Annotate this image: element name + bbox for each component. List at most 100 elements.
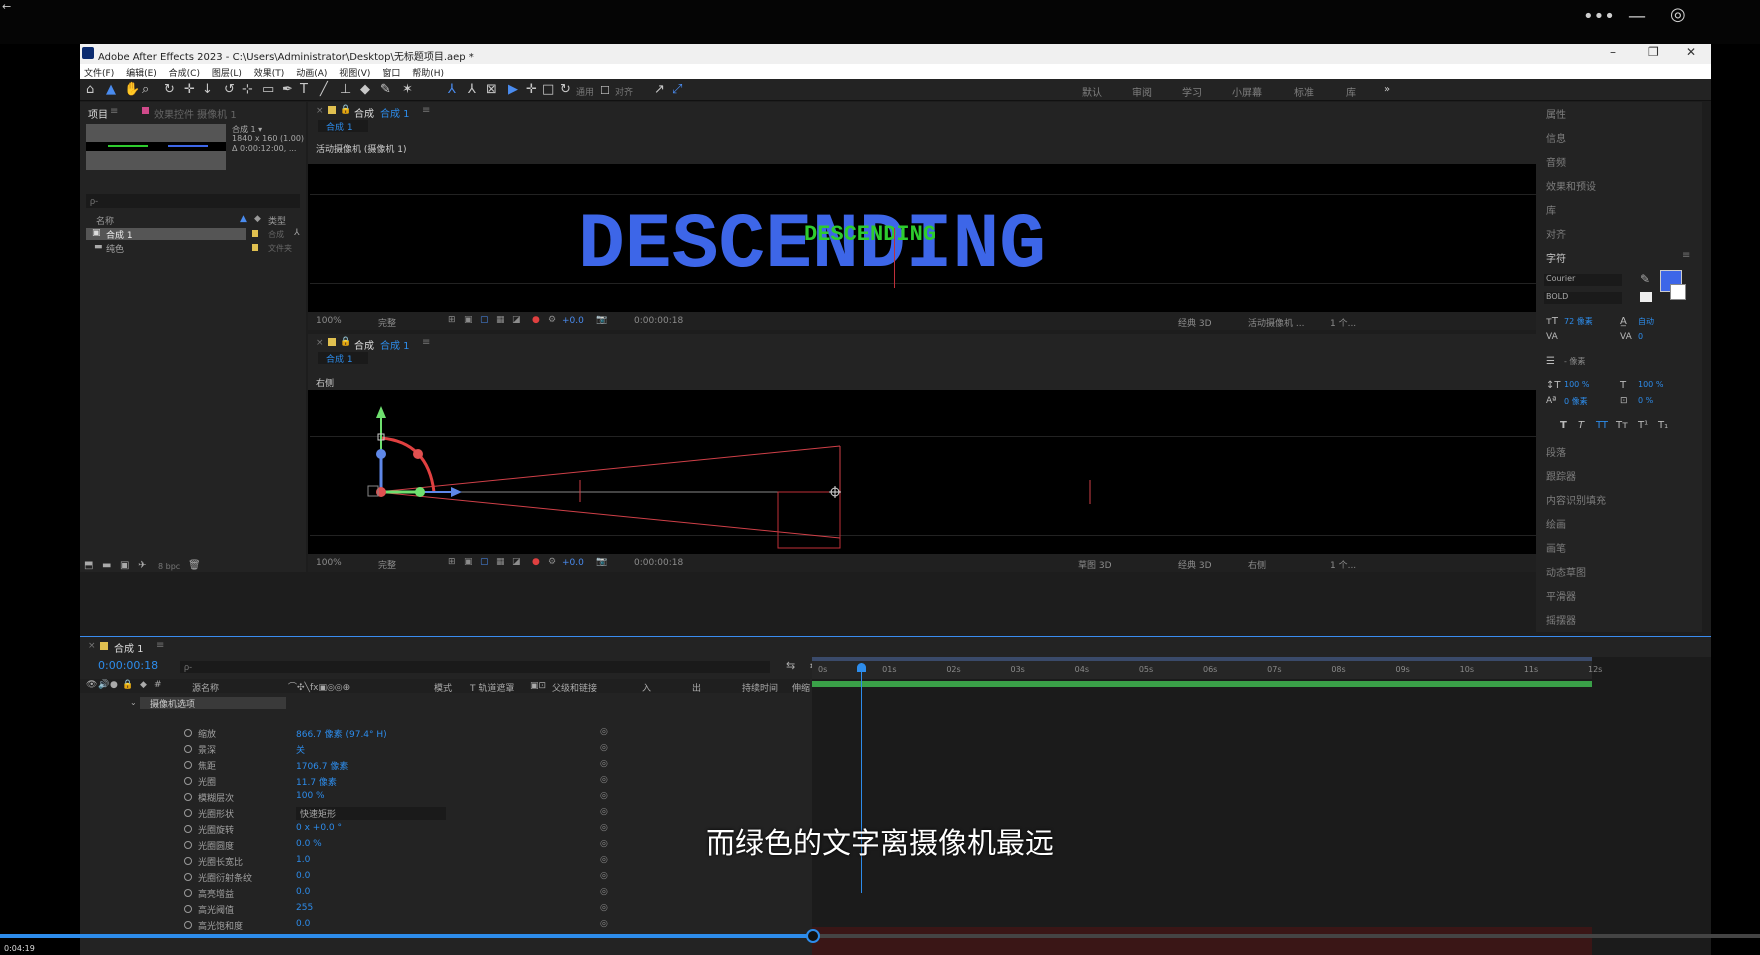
stopwatch-icon[interactable] (184, 873, 192, 881)
channel-icon[interactable]: ◪ (512, 315, 521, 325)
work-area-bar[interactable] (812, 657, 1592, 661)
comp-tab-name[interactable]: 合成 1 (380, 337, 410, 352)
baseline-value[interactable]: 0 像素 (1564, 396, 1588, 407)
project-item-comp[interactable]: ▣ 合成 1 (86, 228, 246, 241)
project-search-input[interactable] (86, 194, 300, 208)
subscript-button[interactable]: T₁ (1658, 420, 1668, 431)
workspace-library[interactable]: 库 (1346, 84, 1356, 99)
interpret-footage-icon[interactable]: ⬒ (84, 560, 93, 571)
vertical-scale-value[interactable]: 100 % (1564, 380, 1589, 389)
views-count-select[interactable]: 1 个... (1330, 316, 1356, 329)
property-value[interactable]: 0.0 (296, 919, 310, 929)
snapshot-icon[interactable]: 📷 (596, 315, 607, 325)
clone-tool-icon[interactable]: ⊥ (340, 82, 351, 97)
pen-tool-icon[interactable]: ✒ (282, 82, 293, 97)
panel-menu-icon[interactable]: ≡ (156, 640, 164, 651)
property-value[interactable]: 快速矩形 (296, 807, 446, 820)
exposure-value[interactable]: +0.0 (562, 558, 584, 568)
panel-library[interactable]: 库 (1546, 202, 1556, 217)
character-panel-title[interactable]: 字符 (1546, 250, 1566, 265)
leading-value[interactable]: 自动 (1638, 316, 1654, 327)
panel-wiggler[interactable]: 摇摆器 (1546, 612, 1576, 627)
twirl-down-icon[interactable]: ⌄ (130, 698, 137, 707)
brush-tool-icon[interactable]: ╱ (320, 82, 328, 97)
stroke-color-swatch[interactable] (1670, 284, 1686, 300)
workspace-small-screen[interactable]: 小屏幕 (1232, 84, 1262, 99)
channel-icon[interactable]: ◪ (512, 557, 521, 567)
panel-brushes[interactable]: 画笔 (1546, 540, 1566, 555)
camera-gizmo[interactable] (308, 390, 1612, 554)
workspace-default[interactable]: 默认 (1082, 84, 1102, 99)
font-family-select[interactable]: Courier (1544, 274, 1622, 286)
expression-pickwhip-icon[interactable]: ◎ (600, 871, 608, 881)
property-value[interactable]: 1706.7 像素 (296, 759, 348, 772)
source-name-header[interactable]: 源名称 (192, 681, 219, 694)
roi-icon[interactable]: ▢ (480, 315, 489, 325)
roi-icon[interactable]: ▢ (480, 557, 489, 567)
expression-pickwhip-icon[interactable]: ◎ (600, 919, 608, 929)
quality-select[interactable]: 完整 (378, 316, 396, 329)
duration-header[interactable]: 持续时间 (742, 681, 778, 694)
axis-world-icon[interactable]: ⅄ (468, 82, 476, 97)
menu-help[interactable]: 帮助(H) (412, 69, 444, 79)
puppet-tool-icon[interactable]: ✶ (402, 82, 413, 97)
comp-subtab[interactable]: 合成 1 (318, 120, 368, 133)
property-value[interactable]: 866.7 像素 (97.4° H) (296, 727, 387, 740)
rectangle-tool-icon[interactable]: ▭ (262, 82, 274, 97)
panel-align[interactable]: 对齐 (1546, 226, 1566, 241)
settings-icon[interactable]: ⚙ (548, 315, 556, 325)
viewer-canvas-bottom[interactable] (308, 390, 1612, 554)
stopwatch-icon[interactable] (184, 905, 192, 913)
pan-tool-icon[interactable]: ✛ (184, 82, 195, 97)
menu-composition[interactable]: 合成(C) (169, 69, 200, 79)
property-value[interactable]: 0.0 (296, 871, 310, 881)
expression-pickwhip-icon[interactable]: ◎ (600, 775, 608, 785)
transparency-icon[interactable]: ▦ (496, 557, 505, 567)
video-progress-knob[interactable] (806, 929, 821, 943)
snap-checkbox-icon[interactable]: ☐ (600, 84, 610, 97)
panel-smoother[interactable]: 平滑器 (1546, 588, 1576, 603)
type-tool-icon[interactable]: T (300, 82, 308, 97)
timeline-timecode[interactable]: 0:00:00:18 (98, 659, 158, 672)
comp-mini-flowchart-icon[interactable]: ⇆ (786, 659, 795, 672)
camera-select-icon[interactable]: ▶ (508, 82, 518, 97)
panel-menu-icon[interactable]: ≡ (1682, 250, 1690, 261)
menu-window[interactable]: 窗口 (382, 69, 400, 79)
menu-layer[interactable]: 图层(L) (212, 69, 242, 79)
color-channel-icon[interactable]: ● (532, 557, 540, 567)
panel-content-aware-fill[interactable]: 内容识别填充 (1546, 492, 1606, 507)
panel-menu-icon[interactable]: ≡ (110, 106, 118, 117)
stopwatch-icon[interactable] (184, 745, 192, 753)
faux-bold-button[interactable]: T (1560, 420, 1567, 431)
timeline-search-input[interactable] (180, 661, 770, 673)
eraser-tool-icon[interactable]: ◆ (360, 82, 370, 97)
panel-menu-icon[interactable]: ≡ (422, 105, 430, 116)
trkmat-header[interactable]: T 轨道遮罩 (470, 681, 514, 694)
mode-header[interactable]: 模式 (434, 681, 452, 694)
video-toggle-icon[interactable]: 👁 (86, 680, 97, 690)
font-style-select[interactable]: BOLD (1544, 292, 1622, 304)
workspace-learn[interactable]: 学习 (1182, 84, 1202, 99)
camera-frame-icon[interactable]: □ (542, 82, 554, 97)
layer-duration-bar[interactable] (812, 681, 1592, 687)
menu-animation[interactable]: 动画(A) (296, 69, 327, 79)
view-select[interactable]: 活动摄像机 ... (1248, 316, 1304, 329)
lock-icon[interactable]: 🔒 (340, 337, 351, 347)
stopwatch-icon[interactable] (184, 809, 192, 817)
toggle-mask-icon[interactable]: ▣ (464, 315, 473, 325)
bpc-label[interactable]: 8 bpc (158, 562, 180, 571)
horizontal-scale-value[interactable]: 100 % (1638, 380, 1663, 389)
viewer-timecode[interactable]: 0:00:00:18 (634, 558, 683, 568)
faux-italic-button[interactable]: T (1578, 420, 1584, 431)
property-value[interactable]: 关 (296, 743, 305, 756)
col-name-header[interactable]: 名称 (96, 214, 114, 227)
view-select[interactable]: 右侧 (1248, 558, 1266, 571)
flowchart-icon[interactable]: ⅄ (294, 228, 300, 238)
all-caps-button[interactable]: TT (1596, 420, 1608, 431)
lock-icon[interactable]: 🔒 (340, 105, 351, 115)
anchor-tool-icon[interactable]: ⊹ (242, 82, 253, 97)
stopwatch-icon[interactable] (184, 729, 192, 737)
tracking-value[interactable]: 0 (1638, 332, 1643, 341)
panel-motion-sketch[interactable]: 动态草图 (1546, 564, 1586, 579)
parent-header[interactable]: 父级和链接 (552, 681, 597, 694)
